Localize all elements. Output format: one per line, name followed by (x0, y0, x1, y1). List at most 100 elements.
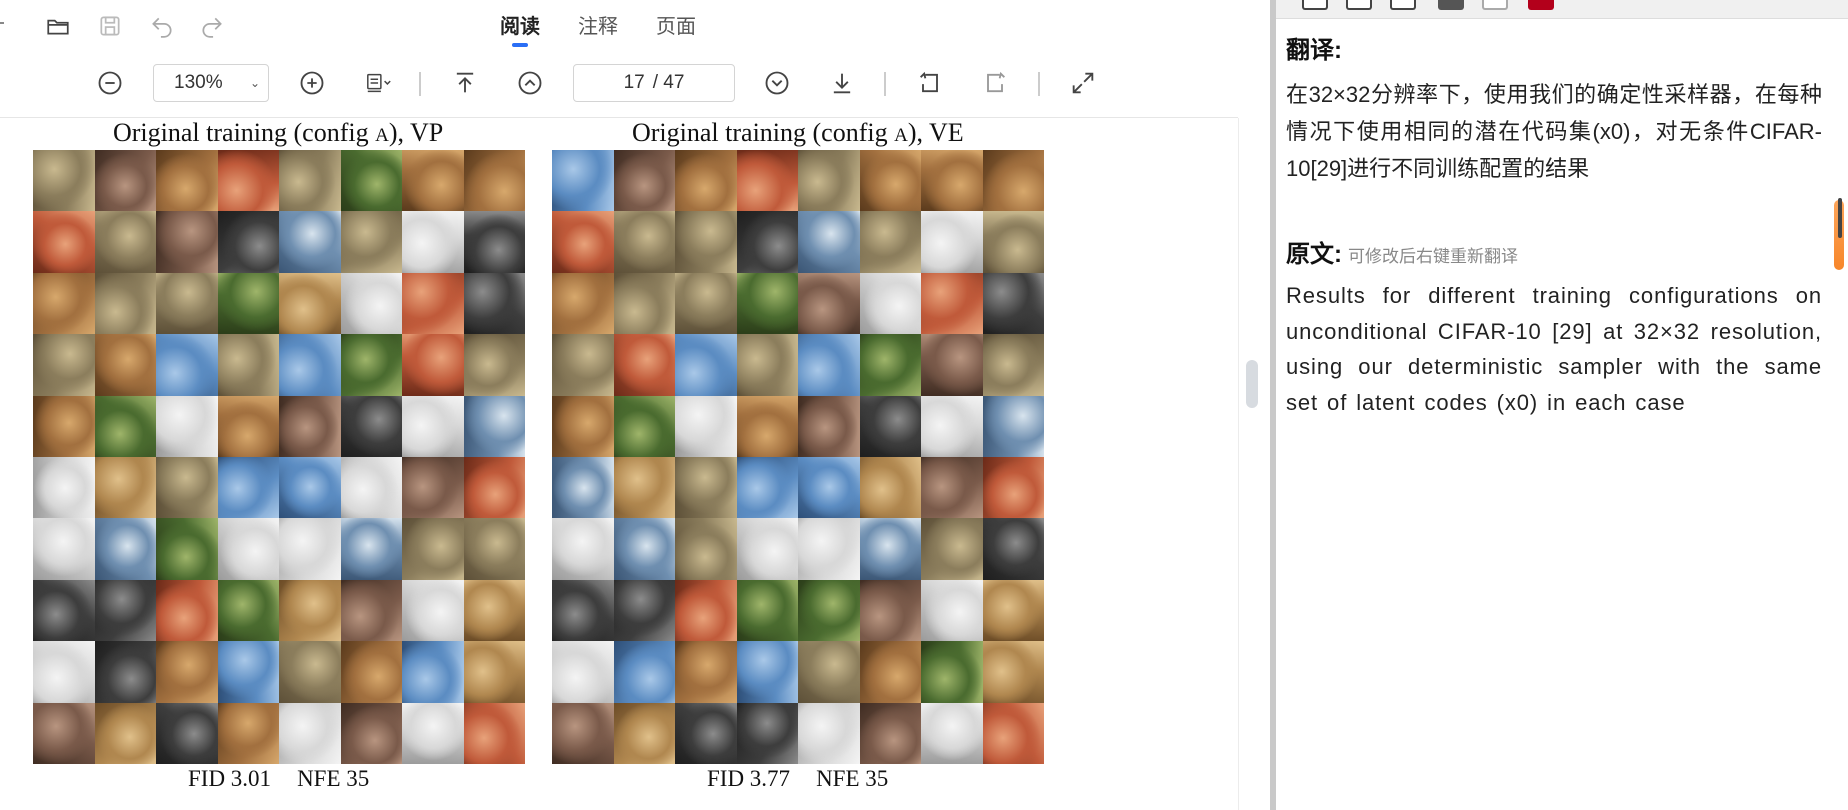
sample-image-tile (402, 518, 464, 580)
sample-image-tile (94, 456, 156, 519)
edge-dash (0, 22, 4, 24)
sample-image-tile (33, 395, 95, 457)
next-page-icon[interactable] (760, 66, 794, 100)
sample-image-tile (736, 150, 798, 212)
rotate-left-icon[interactable] (913, 66, 947, 100)
sample-image-tile (921, 641, 983, 703)
folder-open-icon[interactable] (42, 10, 74, 42)
page-current: 17 (623, 72, 645, 93)
sample-image-tile (217, 579, 279, 642)
sample-image-tile (921, 211, 983, 273)
sample-image-tile (279, 518, 341, 580)
sample-image-tile (463, 272, 525, 335)
sample-image-tile (552, 334, 614, 396)
sample-image-tile (982, 579, 1044, 642)
first-page-icon[interactable] (448, 66, 482, 100)
reader-scrollbar[interactable] (1238, 118, 1270, 810)
sample-image-tile (94, 641, 156, 703)
last-page-icon[interactable] (825, 66, 859, 100)
sample-image-tile (552, 272, 614, 335)
sample-image-tile (736, 272, 798, 335)
layout-option-icon[interactable] (1390, 0, 1416, 10)
sample-image-tile (736, 211, 798, 273)
sample-image-tile (33, 518, 95, 580)
sample-image-tile (552, 579, 614, 642)
figure-title-vp: Original training (config A), VP (113, 118, 443, 148)
sample-image-tile (798, 211, 860, 273)
sample-image-tile (736, 395, 798, 457)
sample-image-tile (340, 150, 402, 212)
sample-image-tile (33, 702, 95, 764)
title-suffix: ), VE (907, 118, 964, 147)
sample-image-tile (798, 702, 860, 764)
sample-image-tile (340, 579, 402, 642)
sample-image-tile (798, 334, 860, 396)
page-number-field[interactable]: 17 / 47 (573, 64, 735, 102)
sample-image-tile (675, 456, 737, 519)
translation-scroll-marker (1838, 198, 1842, 238)
redo-icon[interactable] (196, 10, 228, 42)
sample-image-tile (217, 702, 279, 764)
sample-image-tile (156, 641, 218, 703)
sample-image-tile (156, 579, 218, 642)
reader-scroll-thumb[interactable] (1246, 360, 1258, 408)
nfe-count: NFE 35 (816, 766, 889, 791)
sample-image-tile (613, 518, 675, 580)
sample-image-tile (402, 395, 464, 457)
sample-image-tile (463, 334, 525, 396)
zoom-out-icon[interactable] (93, 66, 127, 100)
sample-image-tile (94, 150, 156, 212)
sample-image-tile (613, 211, 675, 273)
sample-image-tile (552, 395, 614, 457)
sample-image-tile (552, 641, 614, 703)
sample-image-tile (613, 272, 675, 335)
sample-image-tile (552, 456, 614, 519)
sample-image-tile (859, 518, 921, 580)
sample-image-tile (94, 702, 156, 764)
translation-text[interactable]: 在32×32分辨率下，使用我们的确定性采样器，在每种情况下使用相同的潜在代码集(… (1286, 76, 1822, 187)
translation-toolbar (1276, 0, 1848, 19)
layout-option-icon[interactable] (1346, 0, 1372, 10)
prev-page-icon[interactable] (513, 66, 547, 100)
sample-image-tile (921, 334, 983, 396)
sample-image-tile (217, 211, 279, 273)
sample-image-tile (675, 702, 737, 764)
sample-image-tile (217, 518, 279, 580)
caption-ve: FID 3.77 NFE 35 (707, 766, 888, 792)
sample-image-tile (33, 272, 95, 335)
caption-vp: FID 3.01 NFE 35 (188, 766, 369, 792)
sample-image-tile (982, 395, 1044, 457)
page-layout-icon[interactable] (356, 66, 402, 100)
sample-image-tile (156, 456, 218, 519)
tab-read[interactable]: 阅读 (500, 8, 540, 47)
sample-image-tile (798, 641, 860, 703)
color-swatch-icon[interactable] (1528, 0, 1554, 10)
tab-page[interactable]: 页面 (656, 8, 696, 47)
layout-option-icon[interactable] (1302, 0, 1328, 10)
zoom-select[interactable]: 130% ⌄ (153, 64, 269, 102)
sample-image-tile (552, 150, 614, 212)
sample-image-tile (94, 211, 156, 273)
tab-annotate[interactable]: 注释 (578, 8, 618, 47)
fullscreen-icon[interactable] (1066, 66, 1100, 100)
save-icon[interactable] (94, 10, 126, 42)
sample-image-tile (279, 334, 341, 396)
text-style-icon[interactable] (1438, 0, 1464, 10)
title-text: Original training (config (113, 118, 376, 147)
sample-image-tile (982, 334, 1044, 396)
sample-image-tile (463, 395, 525, 457)
sample-image-tile (982, 702, 1044, 764)
zoom-in-icon[interactable] (295, 66, 329, 100)
original-text[interactable]: Results for different training configura… (1286, 278, 1822, 420)
sample-image-tile (463, 702, 525, 764)
sample-image-tile (94, 334, 156, 396)
sample-image-tile (859, 579, 921, 642)
rotate-right-icon[interactable] (978, 66, 1012, 100)
sample-image-tile (798, 518, 860, 580)
sample-image-tile (217, 150, 279, 212)
undo-icon[interactable] (146, 10, 178, 42)
sample-image-tile (156, 272, 218, 335)
sample-image-tile (33, 334, 95, 396)
copy-icon[interactable] (1482, 0, 1508, 10)
sample-image-tile (463, 456, 525, 519)
